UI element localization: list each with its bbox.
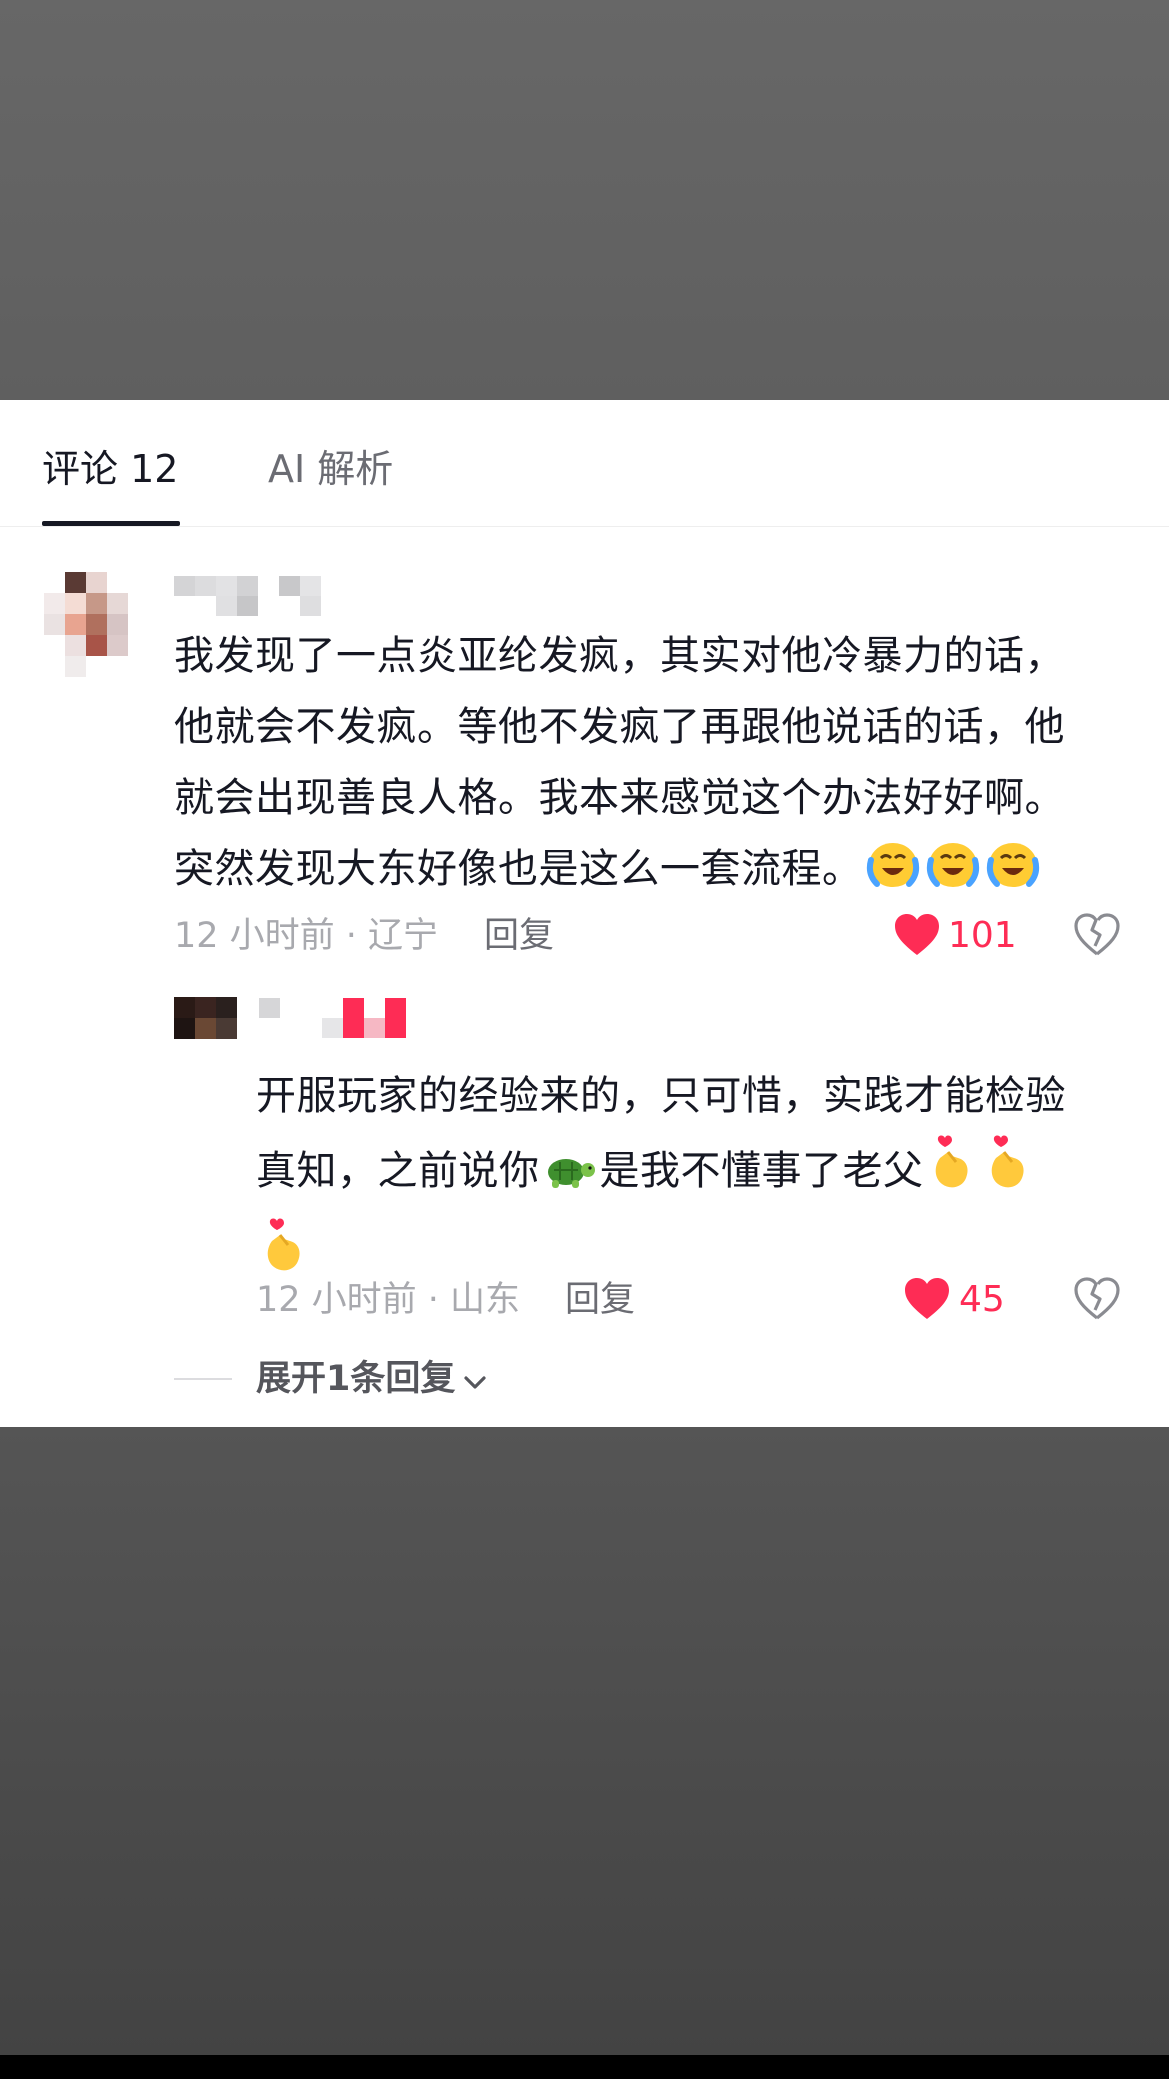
reply-line-text: 是我不懂事了老父 [599, 1148, 924, 1194]
comment-text: 我发现了一点炎亚纶发疯，其实对他冷暴力的话， 他就会不发疯。等他不发疯了再跟他说… [174, 621, 1124, 913]
tab-ai-analysis[interactable]: AI 解析 [268, 444, 393, 494]
chevron-down-icon [463, 1358, 487, 1402]
crying-laughing-emoji [925, 838, 981, 913]
reply-line-text: 真知，之前说你 [256, 1148, 540, 1194]
comment-line: 我发现了一点炎亚纶发疯，其实对他冷暴力的话， [174, 633, 1065, 679]
comment-time-location: 12 小时前 · 辽宁 [174, 916, 439, 956]
expand-replies-label: 展开1条回复 [256, 1359, 456, 1399]
reply-button[interactable]: 回复 [484, 914, 554, 958]
video-backdrop-top [0, 0, 1169, 400]
turtle-emoji [542, 1144, 598, 1215]
like-heart-icon[interactable] [903, 1277, 951, 1325]
dislike-icon[interactable] [1073, 913, 1121, 961]
comment-line: 突然发现大东好像也是这么一套流程。 [174, 834, 1124, 913]
video-backdrop-bottom [0, 1427, 1169, 2055]
avatar[interactable] [44, 572, 128, 677]
comment-panel: 评论 12 AI 解析 我发现了一点炎亚纶发疯，其实对他冷暴力的话， 他就会不发… [0, 400, 1169, 1427]
like-count: 101 [948, 915, 1017, 956]
reply-to-reply-button[interactable]: 回复 [565, 1278, 635, 1322]
tab-comments[interactable]: 评论 12 [42, 444, 178, 494]
reply-time-location: 12 小时前 · 山东 [256, 1280, 521, 1320]
reply-line: 真知，之前说你 是我不懂事了老父 [256, 1132, 1126, 1215]
bottom-bar [0, 2055, 1169, 2079]
comment-line: 他就会不发疯。等他不发疯了再跟他说话的话，他 [174, 704, 1065, 750]
comment-line: 就会出现善良人格。我本来感觉这个办法好好啊。 [174, 775, 1065, 821]
reply-like-count: 45 [959, 1279, 1005, 1320]
crying-laughing-emoji [985, 838, 1041, 913]
finger-heart-emoji [926, 1132, 978, 1215]
crying-laughing-emoji [865, 838, 921, 913]
tab-bar: 评论 12 AI 解析 [0, 400, 1169, 527]
expand-replies-button[interactable]: 展开1条回复 [256, 1357, 487, 1402]
reply-text: 开服玩家的经验来的，只可惜，实践才能检验 真知，之前说你 是我不懂事了老父 [256, 1061, 1126, 1298]
like-heart-icon[interactable] [893, 913, 941, 961]
expand-divider [174, 1378, 232, 1380]
active-tab-indicator [42, 521, 180, 526]
reply-avatar[interactable] [174, 997, 237, 1039]
comment-line-text: 突然发现大东好像也是这么一套流程。 [174, 846, 863, 892]
username-comment[interactable] [174, 576, 321, 616]
reply-username[interactable] [259, 998, 406, 1038]
dislike-icon[interactable] [1073, 1277, 1121, 1325]
finger-heart-emoji [982, 1132, 1034, 1215]
reply-line: 开服玩家的经验来的，只可惜，实践才能检验 [256, 1073, 1066, 1119]
